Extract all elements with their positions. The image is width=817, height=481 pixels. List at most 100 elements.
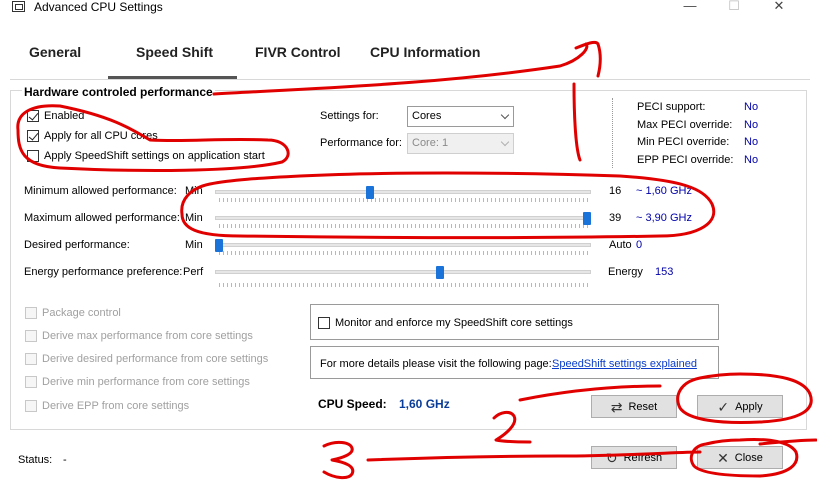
checkmark-icon: ✓ bbox=[717, 398, 730, 415]
apply-on-start-checkbox[interactable]: Apply SpeedShift settings on application… bbox=[27, 150, 265, 162]
checkbox-box[interactable] bbox=[25, 400, 37, 412]
tab-general[interactable]: General bbox=[29, 44, 81, 60]
refresh-icon: ↻ bbox=[605, 449, 618, 466]
chevron-down-icon bbox=[500, 110, 510, 120]
tab-divider bbox=[10, 79, 810, 80]
checkbox-box[interactable] bbox=[27, 110, 39, 122]
epp-perf-label: Perf bbox=[183, 266, 204, 278]
monitor-enforce-checkbox[interactable]: Monitor and enforce my SpeedShift core s… bbox=[318, 317, 573, 329]
cpu-icon bbox=[12, 1, 25, 12]
epp-slider-thumb[interactable] bbox=[435, 266, 444, 279]
min-peci-override-value: No bbox=[744, 136, 759, 148]
package-control-checkbox[interactable]: Package control bbox=[25, 307, 121, 319]
status-label: Status: bbox=[18, 454, 53, 466]
close-button-label: Close bbox=[734, 451, 763, 464]
reset-icon: ⇄ bbox=[610, 398, 623, 415]
cpu-speed-label: CPU Speed: bbox=[318, 397, 387, 411]
desired-perf-track[interactable] bbox=[215, 243, 591, 247]
max-perf-label: Maximum allowed performance: bbox=[24, 212, 180, 224]
status-value: - bbox=[63, 454, 67, 466]
checkbox-box[interactable] bbox=[25, 353, 37, 365]
max-perf-ticks bbox=[219, 224, 589, 228]
checkbox-box[interactable] bbox=[318, 317, 330, 329]
max-peci-override-value: No bbox=[744, 119, 759, 131]
details-text: For more details please visit the follow… bbox=[320, 358, 552, 370]
epp-value: 153 bbox=[655, 266, 674, 278]
annotation-digit-three bbox=[322, 440, 355, 480]
close-button[interactable]: ✕ Close bbox=[697, 446, 783, 469]
checkbox-label: Derive desired performance from core set… bbox=[42, 353, 269, 365]
peci-separator bbox=[612, 98, 613, 168]
speedshift-explained-link[interactable]: SpeedShift settings explained bbox=[552, 358, 697, 370]
derive-epp-checkbox[interactable]: Derive EPP from core settings bbox=[25, 400, 189, 412]
group-title: Hardware controled performance bbox=[22, 85, 215, 99]
min-perf-value: 16 bbox=[609, 185, 622, 197]
tab-fivr-control[interactable]: FIVR Control bbox=[255, 44, 341, 60]
desired-perf-ticks bbox=[219, 251, 589, 255]
max-perf-track[interactable] bbox=[215, 216, 591, 220]
apply-button[interactable]: ✓ Apply bbox=[697, 395, 783, 418]
epp-peci-override-label: EPP PECI override: bbox=[637, 154, 734, 166]
min-perf-ticks bbox=[219, 198, 589, 202]
checkbox-label: Package control bbox=[42, 307, 121, 319]
select-value: Core: 1 bbox=[412, 137, 449, 149]
apply-all-cores-checkbox[interactable]: Apply for all CPU cores bbox=[27, 130, 158, 142]
checkbox-box[interactable] bbox=[27, 130, 39, 142]
checkbox-label: Monitor and enforce my SpeedShift core s… bbox=[335, 317, 573, 329]
checkbox-label: Apply for all CPU cores bbox=[44, 130, 158, 142]
min-perf-slider-thumb[interactable] bbox=[365, 186, 374, 199]
peci-support-label: PECI support: bbox=[637, 101, 706, 113]
max-perf-min-label: Min bbox=[185, 212, 203, 224]
checkbox-box[interactable] bbox=[25, 307, 37, 319]
reset-button-label: Reset bbox=[628, 400, 658, 413]
max-perf-ghz: ~ 3,90 GHz bbox=[636, 212, 692, 224]
tab-speed-shift[interactable]: Speed Shift bbox=[136, 44, 213, 60]
max-perf-slider-thumb[interactable] bbox=[583, 212, 591, 225]
desired-perf-auto-label: Auto bbox=[609, 239, 632, 251]
desired-perf-value: 0 bbox=[636, 239, 643, 251]
min-peci-override-label: Min PECI override: bbox=[637, 136, 730, 148]
tab-cpu-information[interactable]: CPU Information bbox=[370, 44, 480, 60]
epp-track[interactable] bbox=[215, 270, 591, 274]
performance-for-select[interactable]: Core: 1 bbox=[407, 133, 514, 154]
select-value: Cores bbox=[412, 110, 442, 122]
minimize-button[interactable]: — bbox=[680, 0, 700, 14]
min-perf-label: Minimum allowed performance: bbox=[24, 185, 177, 197]
checkbox-label: Apply SpeedShift settings on application… bbox=[44, 150, 265, 162]
reset-button[interactable]: ⇄ Reset bbox=[591, 395, 677, 418]
window-title: Advanced CPU Settings bbox=[34, 0, 163, 14]
desired-perf-min-label: Min bbox=[185, 239, 203, 251]
title-bar: Advanced CPU Settings — ☐ ✕ bbox=[0, 0, 817, 16]
derive-max-checkbox[interactable]: Derive max performance from core setting… bbox=[25, 330, 253, 342]
close-window-button[interactable]: ✕ bbox=[769, 0, 789, 14]
min-perf-track[interactable] bbox=[215, 190, 591, 194]
checkbox-box[interactable] bbox=[25, 376, 37, 388]
desired-perf-slider-thumb[interactable] bbox=[215, 239, 223, 252]
settings-for-label: Settings for: bbox=[320, 110, 379, 122]
derive-min-checkbox[interactable]: Derive min performance from core setting… bbox=[25, 376, 250, 388]
checkbox-label: Enabled bbox=[44, 110, 85, 122]
close-icon: ✕ bbox=[717, 449, 729, 466]
epp-energy-label: Energy bbox=[608, 266, 643, 278]
max-perf-value: 39 bbox=[609, 212, 622, 224]
checkbox-box[interactable] bbox=[25, 330, 37, 342]
min-perf-min-label: Min bbox=[185, 185, 203, 197]
derive-desired-checkbox[interactable]: Derive desired performance from core set… bbox=[25, 353, 268, 365]
epp-peci-override-value: No bbox=[744, 154, 759, 166]
refresh-button[interactable]: ↻ Refresh bbox=[591, 446, 677, 469]
enabled-checkbox[interactable]: Enabled bbox=[27, 110, 84, 122]
peci-support-value: No bbox=[744, 101, 759, 113]
checkbox-label: Derive max performance from core setting… bbox=[42, 330, 253, 342]
checkbox-label: Derive min performance from core setting… bbox=[42, 376, 250, 388]
settings-for-select[interactable]: Cores bbox=[407, 106, 514, 127]
min-perf-ghz: ~ 1,60 GHz bbox=[636, 185, 692, 197]
maximize-button[interactable]: ☐ bbox=[724, 0, 744, 14]
annotation-line-three-right bbox=[758, 438, 817, 446]
apply-button-label: Apply bbox=[735, 400, 763, 413]
epp-label: Energy performance preference: bbox=[24, 266, 183, 278]
max-peci-override-label: Max PECI override: bbox=[637, 119, 733, 131]
checkbox-box[interactable] bbox=[27, 150, 39, 162]
desired-perf-label: Desired performance: bbox=[24, 239, 130, 251]
chevron-down-icon bbox=[500, 137, 510, 147]
cpu-speed-value: 1,60 GHz bbox=[399, 397, 450, 411]
